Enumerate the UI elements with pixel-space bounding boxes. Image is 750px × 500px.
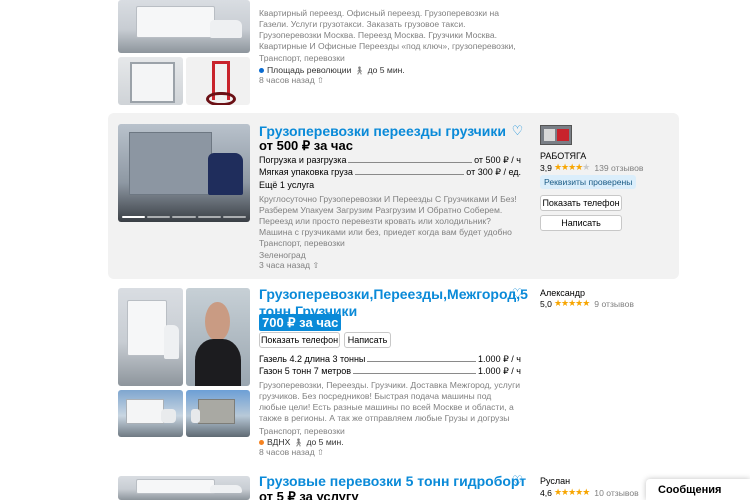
star-rating-icons: ★★★★★ xyxy=(553,487,590,497)
listing-3-main-photo-person[interactable] xyxy=(186,288,250,386)
service-price: от 300 ₽ / ед. xyxy=(466,167,521,177)
listing-2-posted: 3 часа назад ⇧ xyxy=(259,260,319,270)
listing-2-service-row: Погрузка и разгрузка от 500 ₽ / ч xyxy=(259,155,521,166)
service-price: от 500 ₽ / ч xyxy=(474,155,521,165)
listing-1-thumb-1[interactable] xyxy=(118,57,183,105)
verified-badge: Реквизиты проверены xyxy=(540,175,637,189)
show-phone-button[interactable]: Показать телефон xyxy=(540,195,622,211)
listing-3-metro: ВДНХ 🚶︎ до 5 мин. xyxy=(259,437,344,447)
listing-1-main-photo[interactable] xyxy=(118,0,250,53)
service-label: Газель 4.2 длина 3 тонны xyxy=(259,354,366,364)
messages-bar[interactable]: Сообщения xyxy=(646,479,750,500)
listing-1-metro-name: Площадь революции xyxy=(267,65,352,75)
listing-2-service-row: Мягкая упаковка груза от 300 ₽ / ед. xyxy=(259,167,521,178)
metro-line-icon xyxy=(259,439,264,445)
heart-icon[interactable]: ♡ xyxy=(511,124,524,137)
listing-1-metro: Площадь революции 🚶︎ до 5 мин. xyxy=(259,65,405,75)
service-price: 1.000 ₽ / ч xyxy=(478,354,521,364)
listing-4-title[interactable]: Грузовые перевозки 5 тонн гидроборт xyxy=(259,473,526,490)
up-arrow-icon: ⇧ xyxy=(312,261,320,270)
service-label: Газон 5 тонн 7 метров xyxy=(259,366,352,376)
show-phone-button[interactable]: Показать телефон xyxy=(259,332,340,348)
listing-2-seller-name[interactable]: РАБОТЯГА xyxy=(540,151,586,161)
listing-2-rating: 3,9 ★★★★★ 139 отзывов xyxy=(540,162,644,173)
listing-2-description: Круглосуточно Грузоперевозки И Переезды … xyxy=(259,194,517,237)
seller-logo[interactable] xyxy=(540,125,572,145)
listing-1-walk-time: до 5 мин. xyxy=(367,65,405,75)
listing-3-price: 700 ₽ за час xyxy=(259,314,342,331)
listing-2-photo[interactable] xyxy=(118,124,250,222)
listing-3-service-row: Газон 5 тонн 7 метров 1.000 ₽ / ч xyxy=(259,366,521,377)
listing-3-thumb-1[interactable] xyxy=(118,390,183,437)
listing-1-description: Квартирный переезд. Офисный переезд. Гру… xyxy=(259,8,516,51)
listing-1-category: Транспорт, перевозки xyxy=(259,53,345,63)
service-label: Мягкая упаковка груза xyxy=(259,167,353,177)
service-label: Погрузка и разгрузка xyxy=(259,155,347,165)
listing-2-more-services[interactable]: Ещё 1 услуга xyxy=(259,180,314,190)
listing-3-walk-time: до 5 мин. xyxy=(306,437,344,447)
walking-person-icon: 🚶︎ xyxy=(354,65,365,75)
rating-value: 4,6 xyxy=(540,487,552,498)
star-rating-icons: ★★★★★ xyxy=(553,298,590,308)
up-arrow-icon: ⇧ xyxy=(317,76,324,85)
listing-1-posted: 8 часов назад ⇧ xyxy=(259,75,324,85)
write-message-button[interactable]: Написать xyxy=(344,332,391,348)
listing-3-category: Транспорт, перевозки xyxy=(259,426,345,436)
listing-3-posted: 8 часов назад ⇧ xyxy=(259,447,324,457)
listing-2-category: Транспорт, перевозки xyxy=(259,238,345,248)
listing-3-title-line1: Грузоперевозки,Переезды,Межгород,5 xyxy=(259,286,528,302)
listing-3-rating: 5,0 ★★★★★ 9 отзывов xyxy=(540,298,634,309)
listing-4-rating: 4,6 ★★★★★ 10 отзывов xyxy=(540,487,639,498)
walking-person-icon: 🚶︎ xyxy=(293,437,304,447)
metro-line-icon xyxy=(259,67,264,73)
listing-3-price-text: 700 ₽ за час xyxy=(259,314,342,331)
listing-3-seller-name[interactable]: Александр xyxy=(540,288,585,298)
listing-2-price: от 500 ₽ за час xyxy=(259,138,353,153)
listing-4-photo[interactable] xyxy=(118,476,250,500)
photo-pager xyxy=(118,216,250,218)
heart-icon[interactable]: ♡ xyxy=(511,287,524,300)
listing-3-metro-name: ВДНХ xyxy=(267,437,291,447)
listing-3-posted-text: 8 часов назад xyxy=(259,447,315,457)
rating-value: 3,9 xyxy=(540,162,552,173)
listing-4-seller-name[interactable]: Руслан xyxy=(540,476,570,486)
listing-3-description: Грузоперевозки, Переезды. Грузчики. Дост… xyxy=(259,380,521,423)
review-count[interactable]: 139 отзывов xyxy=(594,163,643,173)
listing-2-location: Зеленоград xyxy=(259,250,306,260)
up-arrow-icon: ⇧ xyxy=(317,448,324,457)
review-count[interactable]: 9 отзывов xyxy=(594,299,634,309)
listing-2-posted-text: 3 часа назад xyxy=(259,260,311,270)
messages-label: Сообщения xyxy=(658,483,722,496)
listing-3-thumb-2[interactable] xyxy=(186,390,250,437)
service-price: 1.000 ₽ / ч xyxy=(478,366,521,376)
listing-3-main-photo[interactable] xyxy=(118,288,183,386)
listing-4-price: от 5 ₽ за услугу xyxy=(259,489,359,500)
listing-3-service-row: Газель 4.2 длина 3 тонны 1.000 ₽ / ч xyxy=(259,354,521,365)
heart-icon[interactable]: ♡ xyxy=(511,474,524,487)
listing-1-posted-text: 8 часов назад xyxy=(259,75,315,85)
star-rating-icons: ★★★★★ xyxy=(553,162,590,172)
rating-value: 5,0 xyxy=(540,298,552,309)
write-message-button[interactable]: Написать xyxy=(540,215,622,231)
listing-1-thumb-2[interactable] xyxy=(186,57,250,105)
review-count[interactable]: 10 отзывов xyxy=(594,488,638,498)
